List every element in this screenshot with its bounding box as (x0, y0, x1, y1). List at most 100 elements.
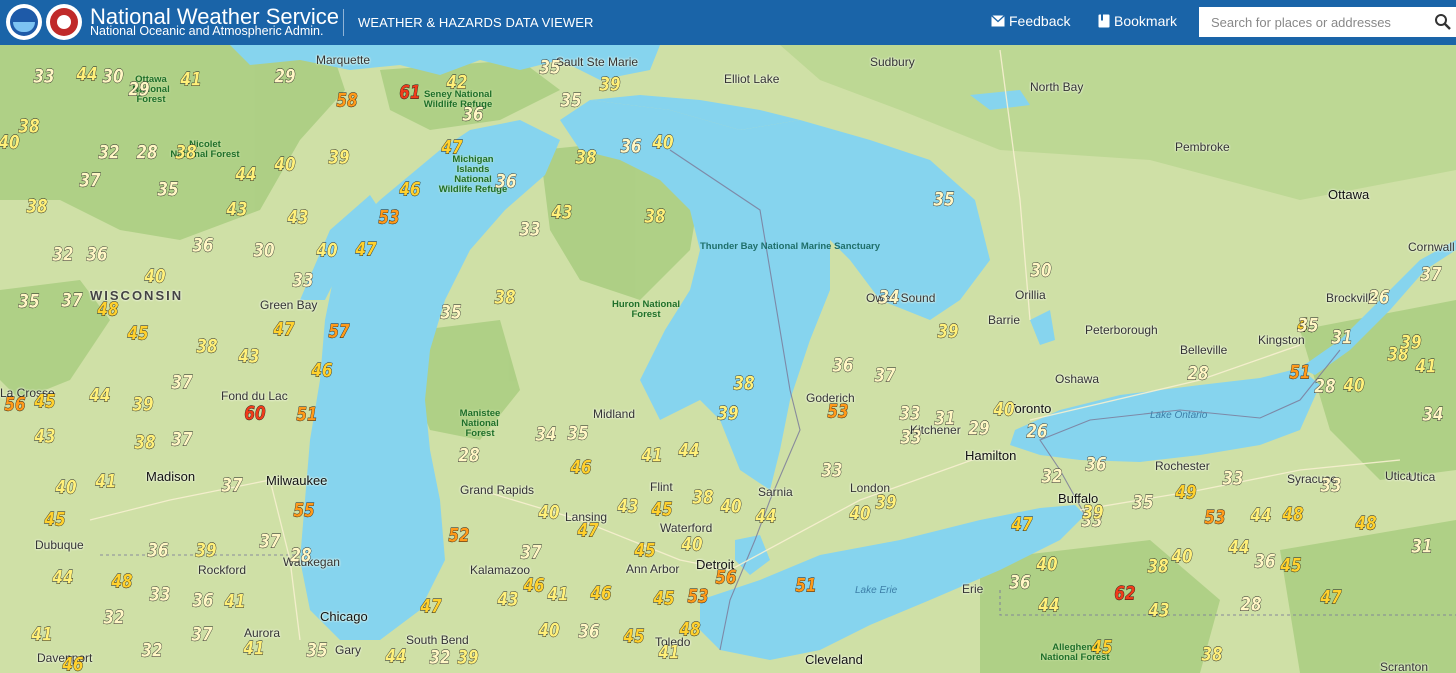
temperature-marker[interactable]: 37 (61, 291, 83, 311)
temperature-marker[interactable]: 34 (535, 425, 557, 445)
temperature-marker[interactable]: 33 (149, 585, 171, 605)
agency-logos[interactable] (6, 4, 82, 42)
temperature-marker[interactable]: 49 (1175, 483, 1197, 503)
temperature-marker[interactable]: 40 (274, 155, 296, 175)
temperature-marker[interactable]: 38 (1147, 557, 1169, 577)
temperature-marker[interactable]: 28 (1314, 377, 1336, 397)
temperature-marker[interactable]: 36 (832, 356, 854, 376)
temperature-marker[interactable]: 41 (180, 70, 202, 90)
temperature-marker[interactable]: 47 (441, 138, 463, 158)
temperature-marker[interactable]: 44 (89, 386, 111, 406)
temperature-marker[interactable]: 40 (720, 497, 742, 517)
temperature-marker[interactable]: 29 (128, 80, 150, 100)
temperature-marker[interactable]: 38 (134, 433, 156, 453)
temperature-marker[interactable]: 52 (448, 526, 470, 546)
temperature-marker[interactable]: 41 (95, 472, 117, 492)
temperature-marker[interactable]: 41 (31, 625, 53, 645)
temperature-marker[interactable]: 31 (934, 409, 956, 429)
weather-map[interactable]: Marquette Sault Ste Marie Elliot Lake Sudbu… (0, 45, 1456, 673)
temperature-marker[interactable]: 55 (293, 501, 315, 521)
temperature-marker[interactable]: 44 (755, 507, 777, 527)
temperature-marker[interactable]: 40 (144, 267, 166, 287)
temperature-marker[interactable]: 45 (127, 324, 149, 344)
temperature-marker[interactable]: 45 (653, 589, 675, 609)
temperature-marker[interactable]: 43 (238, 347, 260, 367)
temperature-marker[interactable]: 36 (147, 541, 169, 561)
temperature-marker[interactable]: 46 (523, 576, 545, 596)
temperature-marker[interactable]: 47 (1320, 588, 1342, 608)
temperature-marker[interactable]: 33 (821, 461, 843, 481)
temperature-marker[interactable]: 46 (570, 458, 592, 478)
temperature-marker[interactable]: 41 (547, 585, 569, 605)
temperature-marker[interactable]: 34 (878, 288, 900, 308)
temperature-marker[interactable]: 36 (1254, 552, 1276, 572)
temperature-marker[interactable]: 37 (1420, 265, 1442, 285)
temperature-marker[interactable]: 28 (1187, 364, 1209, 384)
temperature-marker[interactable]: 41 (243, 639, 265, 659)
temperature-marker[interactable]: 40 (316, 241, 338, 261)
temperature-marker[interactable]: 37 (874, 366, 896, 386)
temperature-marker[interactable]: 37 (520, 543, 542, 563)
temperature-marker[interactable]: 32 (103, 608, 125, 628)
temperature-marker[interactable]: 51 (1289, 363, 1311, 383)
temperature-marker[interactable]: 45 (44, 510, 66, 530)
temperature-marker[interactable]: 36 (578, 622, 600, 642)
temperature-marker[interactable]: 35 (440, 303, 462, 323)
temperature-marker[interactable]: 43 (497, 590, 519, 610)
temperature-marker[interactable]: 47 (577, 521, 599, 541)
temperature-marker[interactable]: 51 (296, 405, 318, 425)
temperature-marker[interactable]: 45 (634, 541, 656, 561)
temperature-marker[interactable]: 33 (33, 67, 55, 87)
temperature-marker[interactable]: 39 (875, 493, 897, 513)
temperature-marker[interactable]: 44 (235, 165, 257, 185)
temperature-marker[interactable]: 37 (171, 430, 193, 450)
temperature-marker[interactable]: 51 (795, 576, 817, 596)
temperature-marker[interactable]: 35 (539, 58, 561, 78)
temperature-marker[interactable]: 33 (899, 404, 921, 424)
temperature-marker[interactable]: 38 (175, 143, 197, 163)
temperature-marker[interactable]: 37 (191, 625, 213, 645)
temperature-marker[interactable]: 46 (62, 655, 84, 673)
temperature-marker[interactable]: 39 (717, 404, 739, 424)
temperature-marker[interactable]: 38 (1201, 645, 1223, 665)
temperature-marker[interactable]: 40 (1036, 555, 1058, 575)
temperature-marker[interactable]: 32 (52, 245, 74, 265)
temperature-marker[interactable]: 30 (1030, 261, 1052, 281)
temperature-marker[interactable]: 29 (274, 67, 296, 87)
temperature-marker[interactable]: 57 (328, 322, 350, 342)
temperature-marker[interactable]: 36 (620, 137, 642, 157)
temperature-marker[interactable]: 33 (1222, 469, 1244, 489)
temperature-marker[interactable]: 39 (599, 75, 621, 95)
temperature-marker[interactable]: 40 (1171, 547, 1193, 567)
temperature-marker[interactable]: 38 (733, 374, 755, 394)
temperature-marker[interactable]: 48 (1282, 505, 1304, 525)
temperature-marker[interactable]: 48 (679, 620, 701, 640)
temperature-marker[interactable]: 29 (968, 419, 990, 439)
temperature-marker[interactable]: 41 (641, 446, 663, 466)
temperature-marker[interactable]: 38 (196, 337, 218, 357)
temperature-marker[interactable]: 38 (18, 117, 40, 137)
temperature-marker[interactable]: 44 (385, 647, 407, 667)
temperature-marker[interactable]: 47 (273, 320, 295, 340)
temperature-marker[interactable]: 28 (290, 546, 312, 566)
temperature-marker[interactable]: 37 (79, 171, 101, 191)
temperature-marker[interactable]: 45 (623, 627, 645, 647)
temperature-marker[interactable]: 28 (136, 143, 158, 163)
temperature-marker[interactable]: 48 (111, 572, 133, 592)
temperature-marker[interactable]: 33 (292, 271, 314, 291)
temperature-marker[interactable]: 53 (1204, 508, 1226, 528)
temperature-marker[interactable]: 39 (1400, 333, 1422, 353)
temperature-marker[interactable]: 35 (1297, 316, 1319, 336)
temperature-marker[interactable]: 39 (195, 541, 217, 561)
temperature-marker[interactable]: 41 (658, 643, 680, 663)
temperature-marker[interactable]: 40 (681, 535, 703, 555)
temperature-marker[interactable]: 38 (26, 197, 48, 217)
temperature-marker[interactable]: 40 (1343, 376, 1365, 396)
temperature-marker[interactable]: 35 (157, 180, 179, 200)
temperature-marker[interactable]: 37 (171, 373, 193, 393)
temperature-marker[interactable]: 44 (1228, 538, 1250, 558)
temperature-marker[interactable]: 39 (132, 395, 154, 415)
temperature-marker[interactable]: 38 (692, 488, 714, 508)
temperature-marker[interactable]: 45 (1091, 638, 1113, 658)
temperature-marker[interactable]: 40 (0, 133, 20, 153)
